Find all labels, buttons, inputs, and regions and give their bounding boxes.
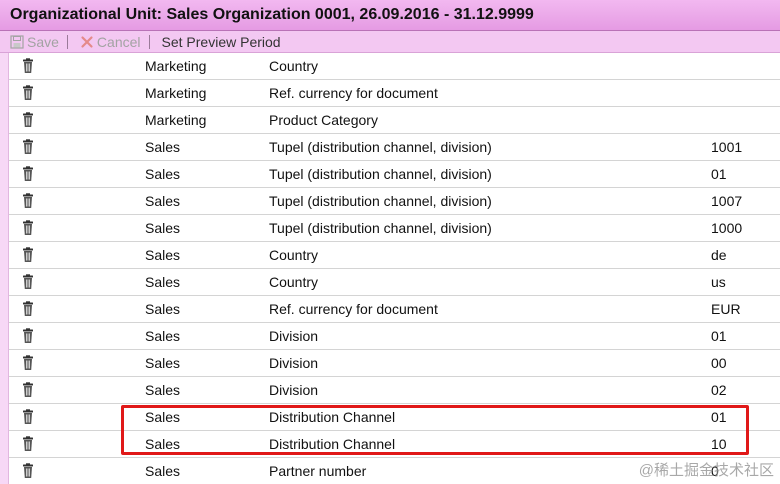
window-title: Organizational Unit: Sales Organization … xyxy=(10,6,534,23)
trash-icon[interactable] xyxy=(21,436,35,452)
row-area-cell: Sales xyxy=(145,355,181,371)
row-field-cell: Division xyxy=(269,382,319,398)
row-field-cell: Tupel (distribution channel, division) xyxy=(269,139,492,155)
trash-icon[interactable] xyxy=(21,409,35,425)
toolbar-separator xyxy=(148,34,150,49)
row-area-cell: Sales xyxy=(145,193,181,209)
trash-icon[interactable] xyxy=(21,112,35,128)
row-area-cell: Marketing xyxy=(145,58,207,74)
row-value-cell: 1001 xyxy=(711,139,743,155)
save-button-label: Save xyxy=(27,33,59,50)
row-field-cell: Division xyxy=(269,355,319,371)
row-field-cell: Tupel (distribution channel, division) xyxy=(269,166,492,182)
trash-icon[interactable] xyxy=(21,382,35,398)
app-window: Organizational Unit: Sales Organization … xyxy=(0,0,780,484)
trash-icon[interactable] xyxy=(21,463,35,479)
table-row: Marketing Country xyxy=(9,53,780,80)
set-preview-period-button[interactable]: Set Preview Period xyxy=(152,32,287,52)
row-field-cell: Country xyxy=(269,247,319,263)
trash-icon[interactable] xyxy=(21,139,35,155)
row-field-cell: Partner number xyxy=(269,463,367,479)
assignment-table: Marketing Country Marketing Ref. currency f… xyxy=(9,53,780,484)
row-field-cell: Country xyxy=(269,274,319,290)
row-value-cell: 02 xyxy=(711,382,727,398)
table-row: Sales Distribution Channel 10 xyxy=(9,431,780,458)
row-value-cell: 1000 xyxy=(711,220,743,236)
row-area-cell: Sales xyxy=(145,382,181,398)
save-button[interactable]: Save xyxy=(0,32,65,52)
row-value-cell: 01 xyxy=(711,166,727,182)
row-area-cell: Marketing xyxy=(145,85,207,101)
row-value-cell: 10 xyxy=(711,436,727,452)
table-row: Sales Tupel (distribution channel, divisi… xyxy=(9,215,780,242)
table-row: Marketing Product Category xyxy=(9,107,780,134)
table-row: Sales Tupel (distribution channel, divisi… xyxy=(9,161,780,188)
row-field-cell: Distribution Channel xyxy=(269,409,396,425)
trash-icon[interactable] xyxy=(21,328,35,344)
table-row: Sales Tupel (distribution channel, divisi… xyxy=(9,134,780,161)
row-value-cell: 01 xyxy=(711,409,727,425)
row-field-cell: Ref. currency for document xyxy=(269,85,438,101)
table-row: Sales Division 02 xyxy=(9,377,780,404)
table-row: Sales Country de xyxy=(9,242,780,269)
trash-icon[interactable] xyxy=(21,166,35,182)
row-field-cell: Country xyxy=(269,58,319,74)
title-bar: Organizational Unit: Sales Organization … xyxy=(0,0,780,31)
trash-icon[interactable] xyxy=(21,58,35,74)
cancel-button[interactable]: Cancel xyxy=(70,32,147,52)
trash-icon[interactable] xyxy=(21,85,35,101)
row-value-cell: de xyxy=(711,247,727,263)
row-value-cell: us xyxy=(711,274,726,290)
toolbar-separator xyxy=(66,34,68,49)
row-area-cell: Sales xyxy=(145,463,181,479)
row-area-cell: Sales xyxy=(145,328,181,344)
trash-icon[interactable] xyxy=(21,301,35,317)
cancel-button-label: Cancel xyxy=(96,33,141,50)
toolbar: Save Cancel Set Preview Period xyxy=(0,31,780,53)
row-area-cell: Sales xyxy=(145,274,181,290)
table-row: Sales Partner number 0 xyxy=(9,458,780,484)
table-row: Sales Tupel (distribution channel, divisi… xyxy=(9,188,780,215)
table-row: Sales Division 00 xyxy=(9,350,780,377)
row-area-cell: Marketing xyxy=(145,112,207,128)
row-area-cell: Sales xyxy=(145,166,181,182)
row-field-cell: Distribution Channel xyxy=(269,436,396,452)
row-area-cell: Sales xyxy=(145,247,181,263)
row-field-cell: Product Category xyxy=(269,112,378,128)
floppy-disk-icon xyxy=(10,34,24,49)
table-row: Sales Country us xyxy=(9,269,780,296)
row-value-cell: 01 xyxy=(711,328,727,344)
table-row: Sales Ref. currency for document EUR xyxy=(9,296,780,323)
row-value-cell: 00 xyxy=(711,355,727,371)
row-area-cell: Sales xyxy=(145,436,181,452)
row-field-cell: Ref. currency for document xyxy=(269,301,438,317)
row-area-cell: Sales xyxy=(145,301,181,317)
row-field-cell: Tupel (distribution channel, division) xyxy=(269,193,492,209)
table-row: Marketing Ref. currency for document xyxy=(9,80,780,107)
trash-icon[interactable] xyxy=(21,247,35,263)
x-icon xyxy=(81,35,93,48)
trash-icon[interactable] xyxy=(21,193,35,209)
trash-icon[interactable] xyxy=(21,355,35,371)
row-area-cell: Sales xyxy=(145,220,181,236)
row-value-cell: 0 xyxy=(711,463,719,479)
row-value-cell: 1007 xyxy=(711,193,743,209)
table-row: Sales Division 01 xyxy=(9,323,780,350)
set-preview-period-label: Set Preview Period xyxy=(161,33,281,50)
trash-icon[interactable] xyxy=(21,220,35,236)
row-selector-strip xyxy=(0,53,9,484)
row-area-cell: Sales xyxy=(145,139,181,155)
row-field-cell: Tupel (distribution channel, division) xyxy=(269,220,492,236)
trash-icon[interactable] xyxy=(21,274,35,290)
row-field-cell: Division xyxy=(269,328,319,344)
row-value-cell: EUR xyxy=(711,301,741,317)
table-row: Sales Distribution Channel 01 xyxy=(9,404,780,431)
row-area-cell: Sales xyxy=(145,409,181,425)
